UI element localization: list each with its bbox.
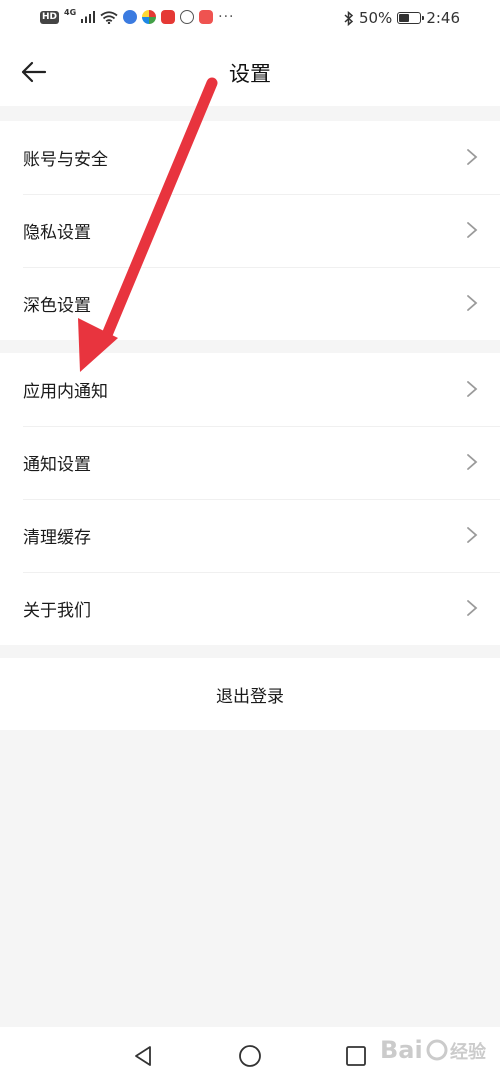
- nav-back-icon[interactable]: [130, 1043, 156, 1069]
- header: 设置: [0, 40, 500, 106]
- status-right: 50% 2:46: [344, 9, 460, 27]
- row-in-app-notification[interactable]: 应用内通知: [0, 353, 500, 426]
- chevron-right-icon: [467, 149, 478, 165]
- row-notification-settings[interactable]: 通知设置: [0, 426, 500, 499]
- svg-text:经验: 经验: [450, 1041, 487, 1063]
- video-app-icon: [161, 10, 176, 24]
- battery-level: [399, 14, 410, 22]
- chevron-right-icon: [467, 600, 478, 616]
- page-title: 设置: [229, 62, 271, 86]
- row-label: 关于我们: [23, 601, 91, 621]
- music-app-icon: [123, 10, 138, 24]
- battery-percent: 50%: [358, 9, 393, 27]
- row-dark-mode[interactable]: 深色设置: [0, 267, 500, 340]
- chevron-right-icon: [467, 222, 478, 238]
- wifi-icon: [100, 10, 118, 24]
- row-label: 深色设置: [23, 296, 91, 316]
- row-account-security[interactable]: 账号与安全: [0, 121, 500, 194]
- svg-text:Bai: Bai: [380, 1036, 423, 1064]
- baidu-watermark-logo: Bai 经验: [380, 1036, 487, 1064]
- chevron-right-icon: [467, 381, 478, 397]
- row-about-us[interactable]: 关于我们: [0, 572, 500, 645]
- row-label: 账号与安全: [23, 150, 108, 170]
- chevron-right-icon: [467, 454, 478, 470]
- browser-app-icon: [142, 10, 157, 24]
- nav-recent-apps-icon[interactable]: [343, 1043, 369, 1069]
- settings-group-general: 应用内通知 通知设置 清理缓存 关于我们: [0, 353, 500, 645]
- row-privacy-settings[interactable]: 隐私设置: [0, 194, 500, 267]
- row-label: 清理缓存: [23, 528, 91, 548]
- status-bar: HD 4G ··· 50% 2:46: [0, 0, 500, 40]
- row-label: 应用内通知: [23, 382, 108, 402]
- row-label: 通知设置: [23, 455, 91, 475]
- network-type: 4G: [64, 7, 77, 17]
- hd-icon: HD: [40, 10, 60, 24]
- logout-section: 退出登录: [0, 658, 500, 730]
- more-notifications-icon: ···: [218, 9, 235, 25]
- y-app-icon: [199, 10, 214, 24]
- row-clear-cache[interactable]: 清理缓存: [0, 499, 500, 572]
- chevron-right-icon: [467, 527, 478, 543]
- settings-group-account: 账号与安全 隐私设置 深色设置: [0, 121, 500, 340]
- nav-home-icon[interactable]: [237, 1043, 263, 1069]
- battery-icon: [397, 12, 425, 24]
- signal-icon: [81, 11, 96, 23]
- clock: 2:46: [426, 9, 460, 27]
- shield-app-icon: [180, 10, 195, 24]
- status-left: HD 4G ···: [40, 7, 235, 25]
- chevron-right-icon: [467, 295, 478, 311]
- logout-button[interactable]: 退出登录: [0, 658, 500, 730]
- row-label: 隐私设置: [23, 223, 91, 243]
- bluetooth-icon: [344, 10, 354, 26]
